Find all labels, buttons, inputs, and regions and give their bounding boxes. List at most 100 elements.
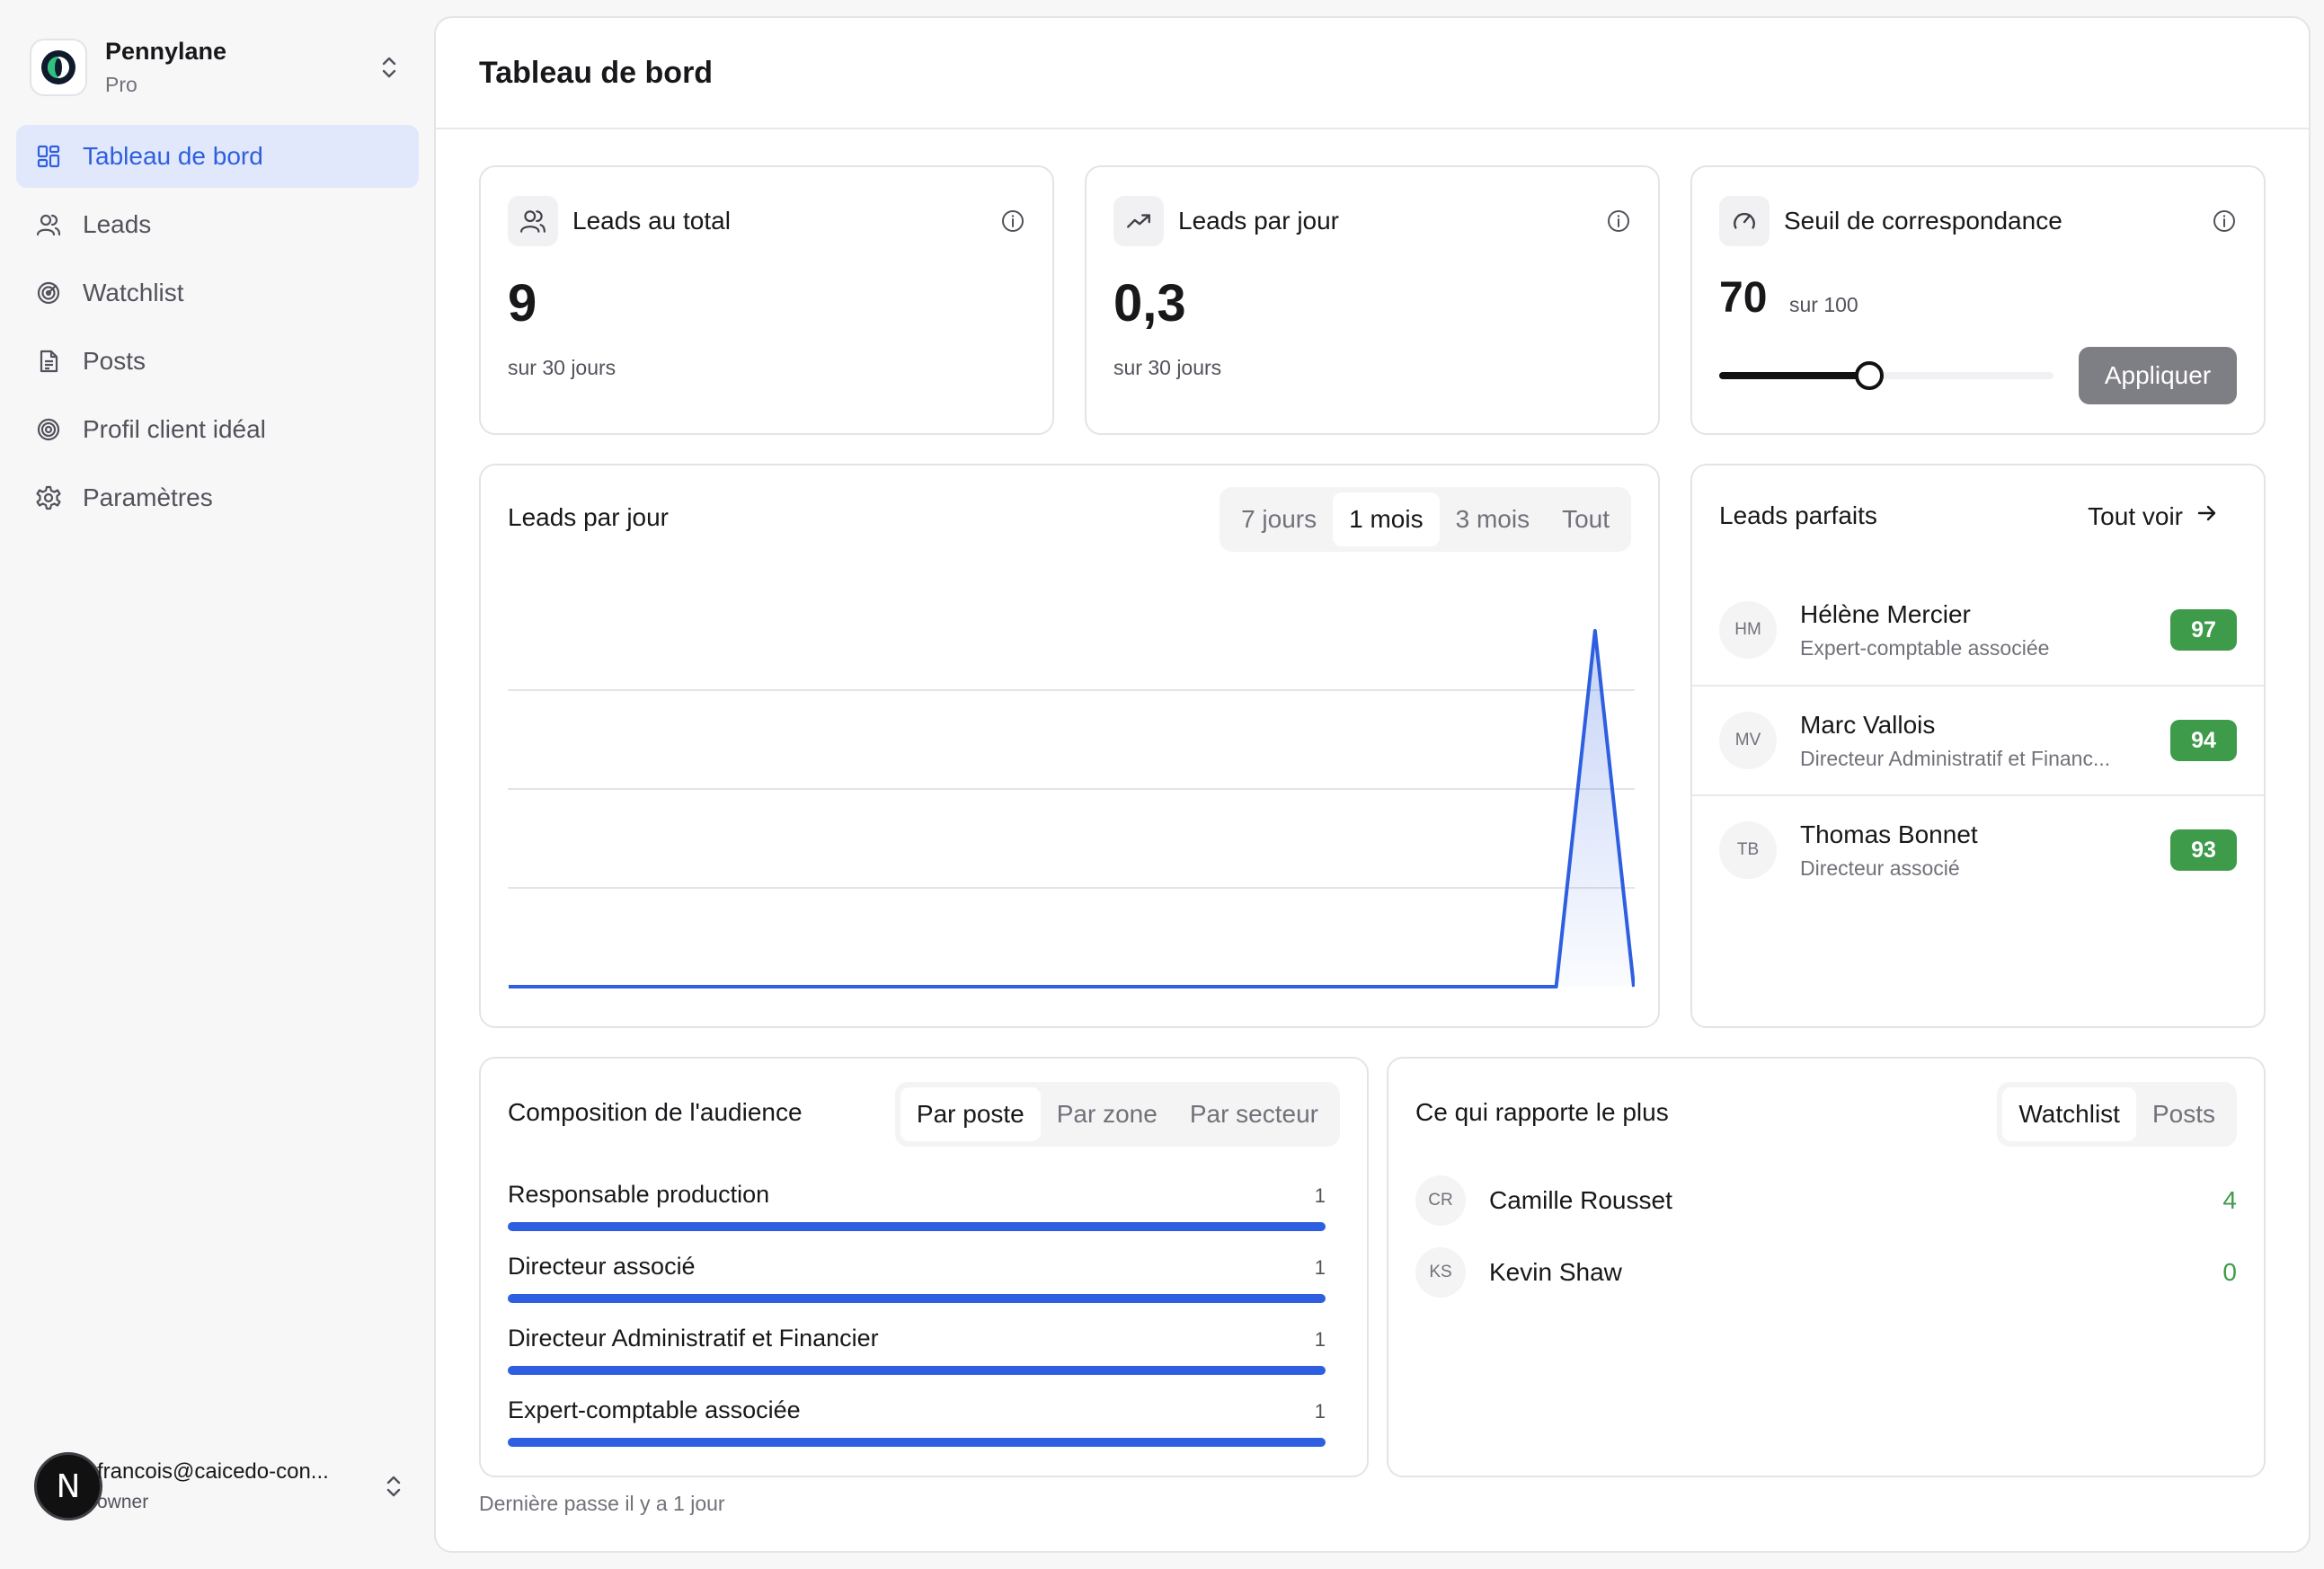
org-switcher[interactable]: Pennylane Pro: [30, 31, 407, 103]
tab-watchlist[interactable]: Watchlist: [2002, 1087, 2136, 1141]
score-badge: 93: [2170, 829, 2237, 871]
user-email: francois@caicedo-con...: [97, 1459, 329, 1484]
chevron-up-down-icon[interactable]: [371, 49, 407, 85]
slider-thumb[interactable]: [1854, 361, 1884, 390]
bar-fill: [508, 1438, 1326, 1447]
sidebar-item-posts[interactable]: Posts: [16, 330, 419, 393]
range-7-days[interactable]: 7 jours: [1225, 492, 1333, 546]
stat-value: 0,3: [1113, 274, 1186, 332]
earners-title: Ce qui rapporte le plus: [1415, 1098, 1669, 1126]
avatar: CR: [1415, 1175, 1466, 1226]
threshold-max-label: sur 100: [1789, 293, 1858, 316]
sidebar-item-label: Paramètres: [83, 483, 213, 511]
stat-label: Leads par jour: [1178, 207, 1340, 235]
lead-row[interactable]: HM Hélène Mercier Expert-comptable assoc…: [1692, 575, 2264, 685]
bar-fill: [508, 1366, 1326, 1375]
apply-button[interactable]: Appliquer: [2079, 347, 2237, 404]
tab-by-sector[interactable]: Par secteur: [1174, 1087, 1335, 1141]
bar-track: [508, 1294, 1326, 1303]
stat-label: Leads au total: [572, 207, 731, 235]
org-logo: [30, 39, 87, 96]
page-header: Tableau de bord: [436, 18, 2309, 129]
avatar: KS: [1415, 1247, 1466, 1298]
sidebar: Pennylane Pro Tableau de bord Leads Watc…: [0, 0, 436, 1569]
series-line: [509, 629, 1635, 988]
dashboard-icon: [34, 142, 63, 171]
bar-count: 1: [1314, 1328, 1326, 1351]
radar-icon: [34, 279, 63, 307]
lead-name: Thomas Bonnet: [1800, 820, 1978, 848]
perfect-leads-card: Leads parfaits Tout voir HM Hélène Merci…: [1690, 464, 2266, 1028]
stat-subtitle: sur 30 jours: [1113, 356, 1222, 379]
last-run-note: Dernière passe il y a 1 jour: [479, 1492, 725, 1515]
range-selector: 7 jours 1 mois 3 mois Tout: [1220, 487, 1631, 552]
stat-card-leads-per-day: Leads par jour 0,3 sur 30 jours: [1085, 165, 1660, 435]
tab-posts[interactable]: Posts: [2136, 1087, 2231, 1141]
gear-icon: [34, 483, 63, 512]
sidebar-item-watchlist[interactable]: Watchlist: [16, 262, 419, 324]
sidebar-item-ideal-profile[interactable]: Profil client idéal: [16, 398, 419, 461]
target-icon: [34, 415, 63, 444]
bar-label: Responsable production: [508, 1181, 770, 1208]
range-1-month[interactable]: 1 mois: [1333, 492, 1440, 546]
audience-tabs: Par poste Par zone Par secteur: [894, 1082, 1340, 1147]
slider-fill: [1719, 372, 1869, 379]
lead-row[interactable]: TB Thomas Bonnet Directeur associé 93: [1692, 794, 2264, 904]
user-menu[interactable]: N francois@caicedo-con... owner: [34, 1450, 412, 1522]
trending-up-icon: [1113, 196, 1164, 246]
sidebar-item-label: Watchlist: [83, 279, 184, 306]
bar-count: 1: [1314, 1400, 1326, 1423]
bar-track: [508, 1438, 1326, 1447]
info-icon[interactable]: [1606, 208, 1631, 238]
chart-title: Leads par jour: [508, 503, 670, 531]
bar-label: Directeur associé: [508, 1253, 696, 1280]
lead-job-title: Expert-comptable associée: [1800, 635, 2050, 660]
audience-bar-row: Directeur Administratif et Financier 1: [508, 1325, 1326, 1382]
bar-label: Directeur Administratif et Financier: [508, 1325, 879, 1352]
score-badge: 97: [2170, 609, 2237, 651]
org-name: Pennylane: [105, 38, 227, 65]
earner-name: Kevin Shaw: [1489, 1258, 1622, 1286]
lead-row[interactable]: MV Marc Vallois Directeur Administratif …: [1692, 685, 2264, 794]
see-all-link[interactable]: Tout voir: [2088, 501, 2219, 531]
threshold-slider[interactable]: [1719, 361, 2053, 390]
sidebar-item-label: Profil client idéal: [83, 415, 266, 443]
range-all[interactable]: Tout: [1546, 492, 1626, 546]
sidebar-item-dashboard[interactable]: Tableau de bord: [16, 125, 419, 188]
list-item[interactable]: CR Camille Rousset 4: [1415, 1172, 2237, 1229]
range-3-months[interactable]: 3 mois: [1440, 492, 1546, 546]
avatar: HM: [1719, 601, 1777, 659]
sidebar-item-leads[interactable]: Leads: [16, 193, 419, 256]
bar-count: 1: [1314, 1256, 1326, 1279]
sidebar-item-label: Posts: [83, 347, 146, 375]
top-earners-card: Ce qui rapporte le plus Watchlist Posts …: [1387, 1057, 2266, 1477]
info-icon[interactable]: [1000, 208, 1025, 238]
leads-per-day-chart-card: Leads par jour 7 jours 1 mois 3 mois Tou…: [479, 464, 1660, 1028]
audience-title: Composition de l'audience: [508, 1098, 803, 1126]
gauge-icon: [1719, 196, 1770, 246]
org-plan: Pro: [105, 73, 137, 96]
main-panel: Tableau de bord Leads au total 9 sur 30 …: [434, 16, 2311, 1553]
tab-by-zone[interactable]: Par zone: [1041, 1087, 1174, 1141]
bar-track: [508, 1366, 1326, 1375]
earner-name: Camille Rousset: [1489, 1186, 1672, 1214]
avatar: TB: [1719, 821, 1777, 879]
threshold-card: Seuil de correspondance 70 sur 100 Appli…: [1690, 165, 2266, 435]
info-icon[interactable]: [2212, 208, 2237, 238]
user-role: owner: [97, 1492, 149, 1512]
bar-fill: [508, 1294, 1326, 1303]
users-icon: [34, 210, 63, 239]
earners-tabs: Watchlist Posts: [1997, 1082, 2237, 1147]
avatar: MV: [1719, 712, 1777, 769]
sidebar-nav: Tableau de bord Leads Watchlist Posts Pr…: [16, 125, 419, 535]
bar-count: 1: [1314, 1184, 1326, 1207]
audience-composition-card: Composition de l'audience Par poste Par …: [479, 1057, 1369, 1477]
score-badge: 94: [2170, 720, 2237, 761]
series-area: [509, 631, 1634, 987]
threshold-value: 70: [1719, 274, 1768, 322]
chevron-up-down-icon[interactable]: [376, 1468, 412, 1504]
sidebar-item-settings[interactable]: Paramètres: [16, 466, 419, 529]
avatar: N: [34, 1452, 102, 1520]
tab-by-position[interactable]: Par poste: [900, 1087, 1041, 1141]
list-item[interactable]: KS Kevin Shaw 0: [1415, 1244, 2237, 1301]
